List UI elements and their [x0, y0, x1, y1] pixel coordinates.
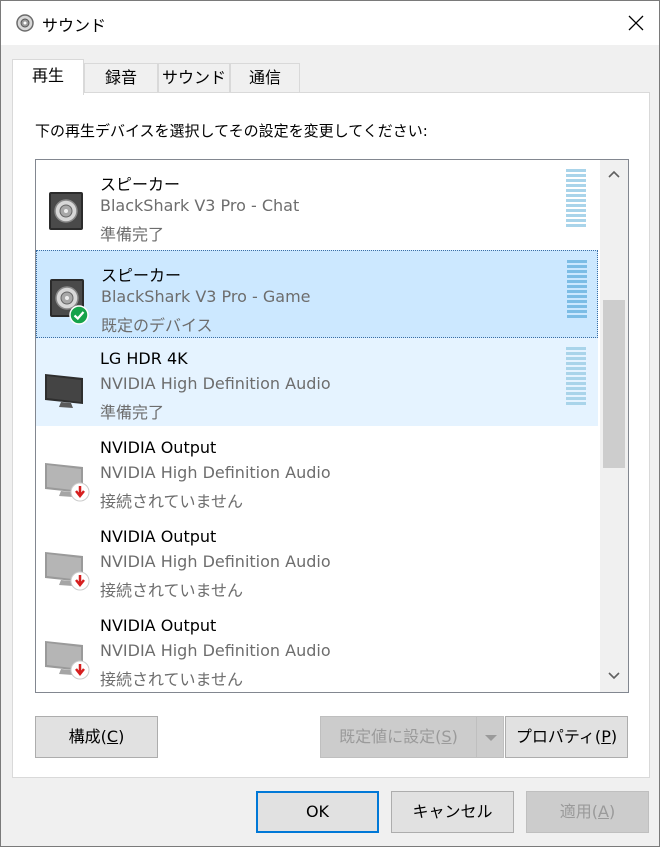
- set-default-accel-key: S: [441, 727, 452, 746]
- device-name: スピーカー: [101, 266, 182, 285]
- playback-panel: 下の再生デバイスを選択してその設定を変更してください: スピーカー BlackS…: [12, 92, 650, 778]
- tab-communications[interactable]: 通信: [230, 63, 300, 93]
- device-list[interactable]: スピーカー BlackShark V3 Pro - Chat 準備完了 スピーカ…: [35, 159, 629, 693]
- configure-label: 構成(: [68, 727, 107, 746]
- properties-label-suffix: ): [610, 727, 618, 746]
- chevron-down-icon: [485, 735, 497, 741]
- device-name: LG HDR 4K: [100, 349, 188, 368]
- tab-sounds[interactable]: サウンド: [158, 63, 230, 93]
- device-status: 既定のデバイス: [101, 316, 213, 335]
- ok-label: OK: [305, 802, 330, 821]
- scroll-down-button[interactable]: [600, 662, 628, 692]
- disconnected-arrow-icon: [70, 660, 90, 680]
- apply-button[interactable]: 適用(A): [526, 791, 649, 833]
- device-list-scrollbar[interactable]: [600, 160, 628, 692]
- device-name: NVIDIA Output: [100, 527, 217, 546]
- disconnected-arrow-icon: [70, 482, 90, 502]
- device-status: 接続されていません: [100, 492, 244, 511]
- properties-label: プロパティ(: [515, 727, 602, 746]
- title-bar[interactable]: サウンド: [1, 1, 659, 45]
- speaker-icon: [16, 14, 34, 32]
- set-default-button[interactable]: 既定値に設定(S): [320, 716, 477, 758]
- device-item-nvidia-output[interactable]: NVIDIA Output NVIDIA High Definition Aud…: [36, 427, 598, 515]
- set-default-dropdown-button[interactable]: [476, 716, 504, 758]
- close-icon: [628, 15, 644, 31]
- device-item-lg-hdr[interactable]: LG HDR 4K NVIDIA High Definition Audio 準…: [36, 338, 598, 426]
- chevron-down-icon: [608, 672, 620, 680]
- configure-accel-key: C: [106, 727, 119, 746]
- sound-dialog: サウンド 再生 録音 サウンド 通信 下の再生デバイスを選択してその設定を変更し…: [0, 0, 660, 847]
- device-item-speaker-chat[interactable]: スピーカー BlackShark V3 Pro - Chat 準備完了: [36, 160, 598, 248]
- apply-label-suffix: ): [608, 802, 616, 821]
- properties-accel-key: P: [601, 727, 611, 746]
- volume-meter: [567, 260, 587, 320]
- chevron-up-icon: [608, 170, 620, 178]
- device-name: NVIDIA Output: [100, 616, 217, 635]
- device-name: スピーカー: [100, 175, 181, 194]
- device-description: BlackShark V3 Pro - Game: [101, 287, 311, 306]
- instruction-text: 下の再生デバイスを選択してその設定を変更してください:: [35, 122, 428, 140]
- device-description: NVIDIA High Definition Audio: [100, 641, 331, 660]
- tab-label: 録音: [104, 68, 137, 87]
- device-item-speaker-game[interactable]: スピーカー BlackShark V3 Pro - Game 既定のデバイス: [36, 250, 598, 338]
- close-button[interactable]: [613, 1, 659, 45]
- speaker-device-icon: [49, 192, 83, 230]
- device-description: NVIDIA High Definition Audio: [100, 374, 331, 393]
- ok-button[interactable]: OK: [256, 791, 379, 833]
- tab-playback[interactable]: 再生: [12, 59, 84, 95]
- volume-meter: [566, 169, 586, 229]
- device-status: 接続されていません: [100, 670, 244, 689]
- configure-button[interactable]: 構成(C): [35, 716, 158, 758]
- window-title: サウンド: [42, 16, 107, 35]
- apply-label: 適用(: [559, 802, 599, 821]
- device-item-nvidia-output[interactable]: NVIDIA Output NVIDIA High Definition Aud…: [36, 605, 598, 692]
- tab-label: 通信: [248, 68, 281, 87]
- properties-button[interactable]: プロパティ(P): [505, 716, 628, 758]
- configure-label-suffix: ): [118, 727, 125, 746]
- device-description: BlackShark V3 Pro - Chat: [100, 196, 300, 215]
- device-status: 準備完了: [100, 225, 165, 244]
- tab-label: 再生: [31, 66, 64, 85]
- monitor-device-icon: [45, 374, 83, 408]
- device-name: NVIDIA Output: [100, 438, 217, 457]
- device-description: NVIDIA High Definition Audio: [100, 552, 331, 571]
- cancel-label: キャンセル: [412, 802, 493, 821]
- scroll-thumb[interactable]: [603, 300, 625, 468]
- device-description: NVIDIA High Definition Audio: [100, 463, 331, 482]
- apply-accel-key: A: [598, 802, 609, 821]
- device-status: 接続されていません: [100, 581, 244, 600]
- cancel-button[interactable]: キャンセル: [391, 791, 514, 833]
- set-default-label: 既定値に設定(: [339, 727, 442, 746]
- default-check-icon: [69, 305, 89, 325]
- tab-label: サウンド: [161, 68, 226, 87]
- tab-recording[interactable]: 録音: [84, 63, 158, 93]
- device-status: 準備完了: [100, 403, 165, 422]
- scroll-up-button[interactable]: [600, 160, 628, 190]
- volume-meter: [566, 347, 586, 407]
- disconnected-arrow-icon: [70, 571, 90, 591]
- set-default-label-suffix: ): [451, 727, 458, 746]
- device-item-nvidia-output[interactable]: NVIDIA Output NVIDIA High Definition Aud…: [36, 516, 598, 604]
